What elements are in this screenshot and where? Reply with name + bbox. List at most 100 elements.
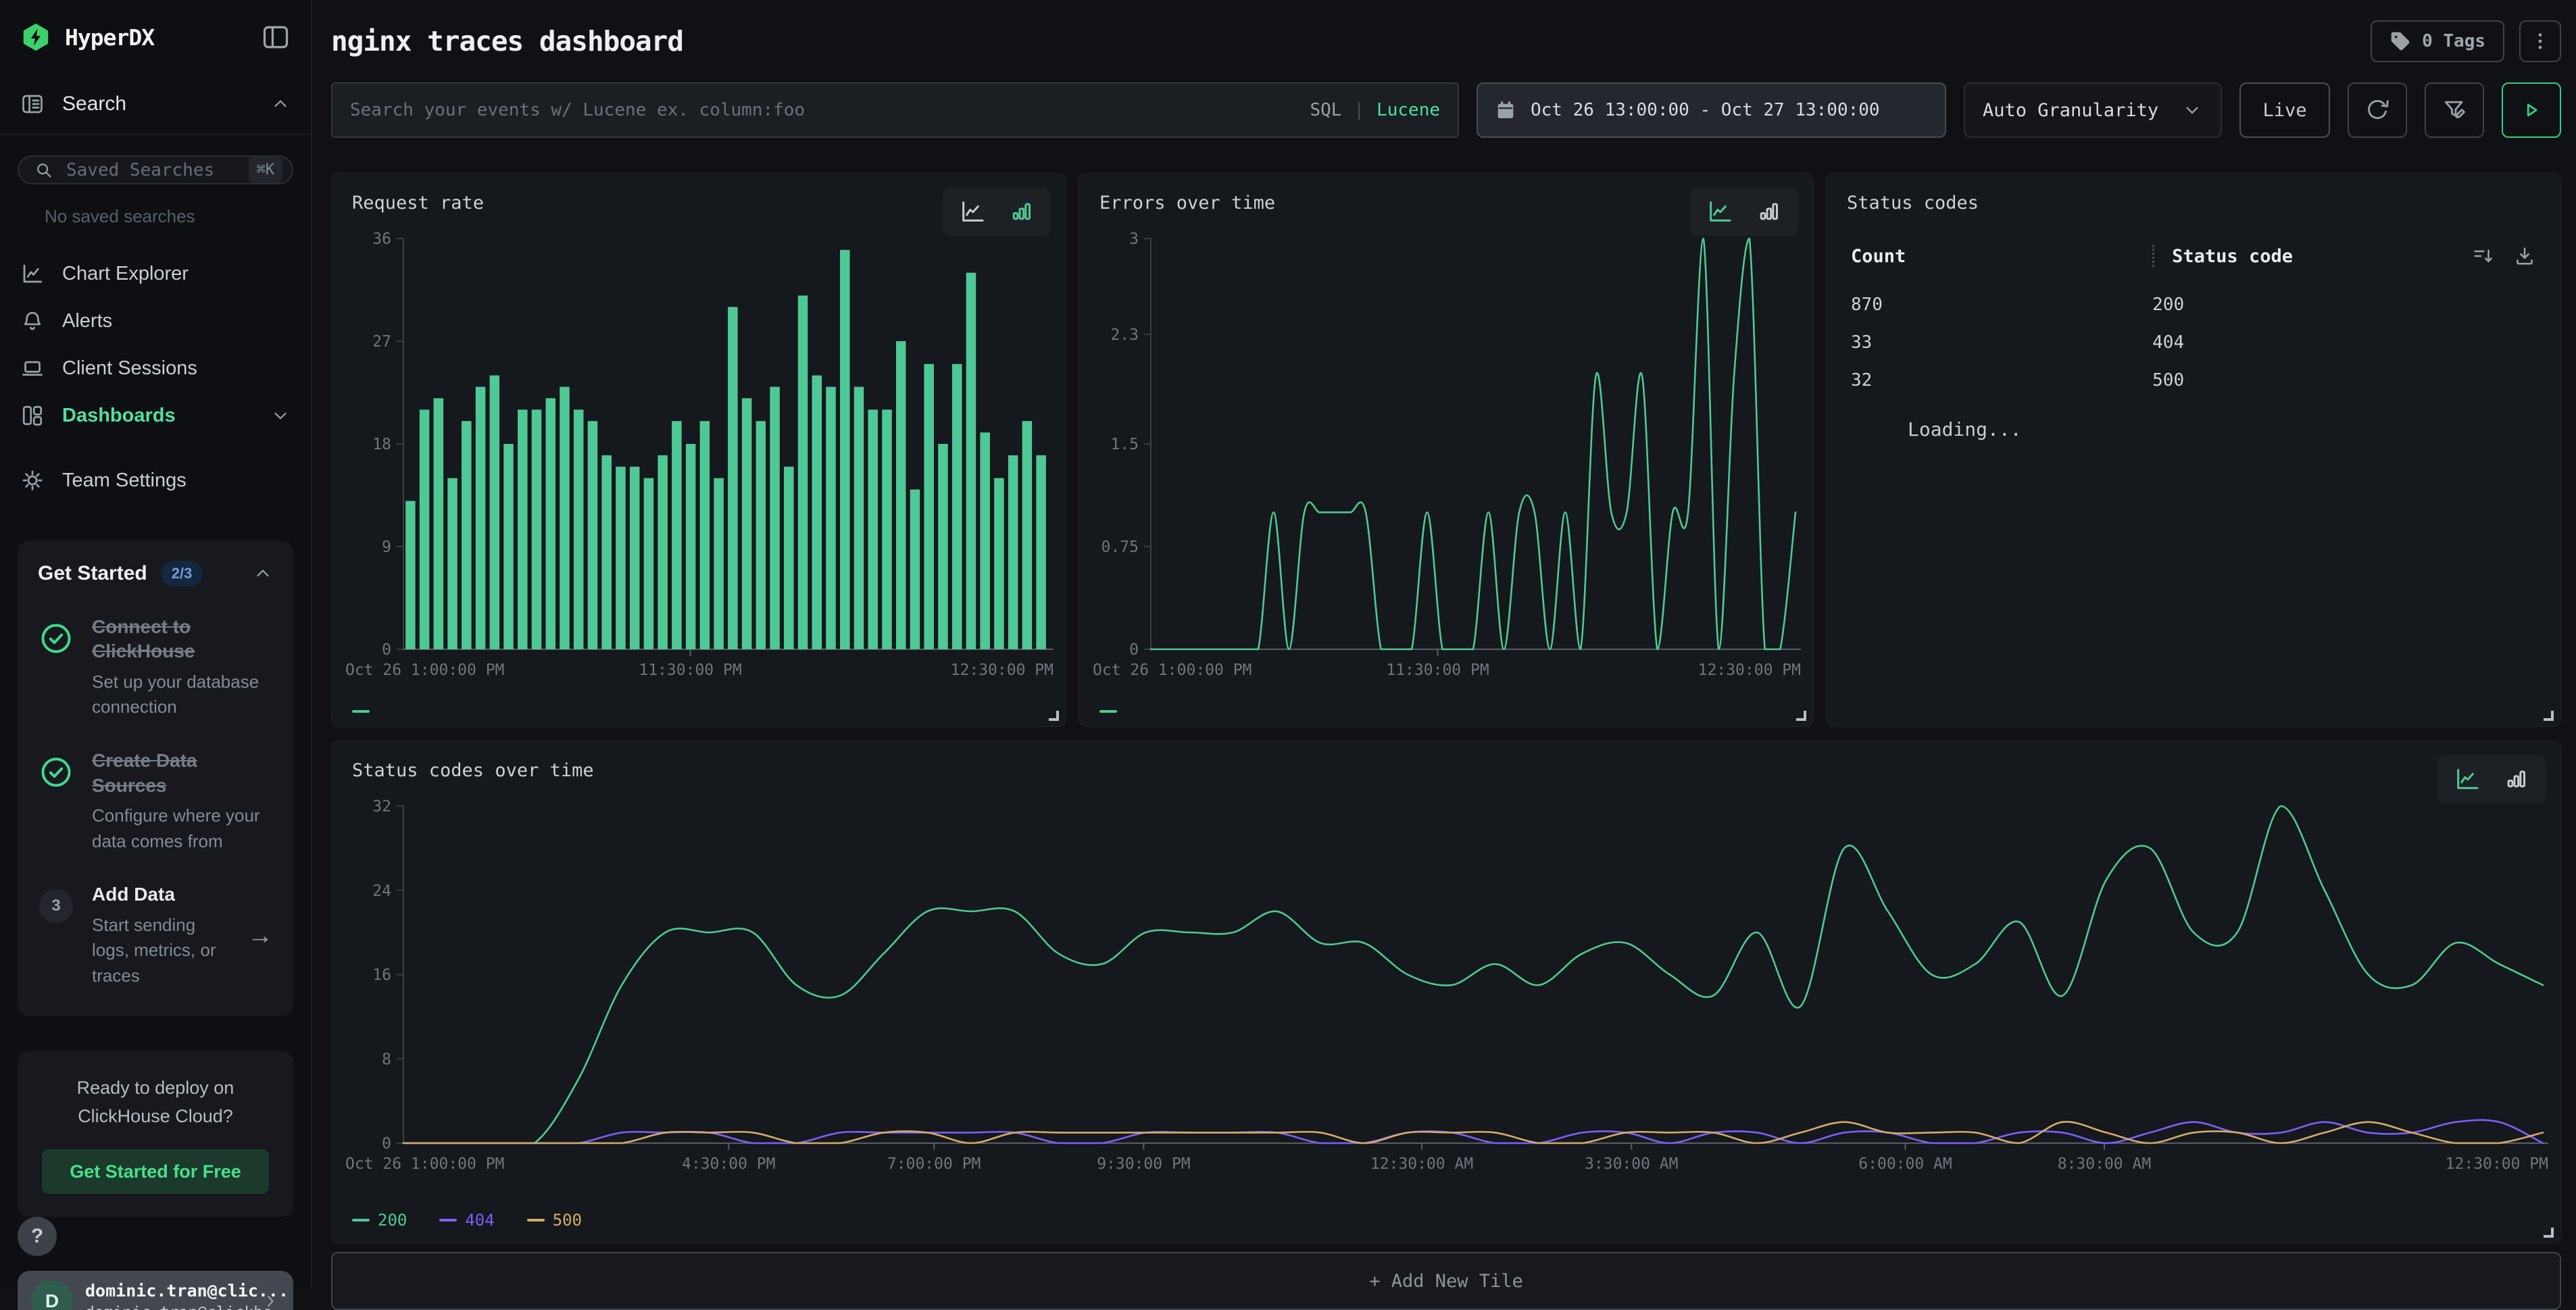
svg-text:12:30:00 PM: 12:30:00 PM [2446, 1155, 2548, 1173]
get-started-progress-badge: 2/3 [161, 561, 203, 586]
brand-row: HyperDX [0, 0, 311, 80]
sort-icon[interactable] [2471, 245, 2494, 268]
sidebar-item-label: Client Sessions [62, 357, 197, 380]
bar-chart-toggle-icon[interactable] [1755, 198, 1782, 225]
sidebar-item-team-settings[interactable]: Team Settings [0, 457, 311, 504]
event-search-input[interactable]: Search your events w/ Lucene ex. column:… [331, 82, 1459, 138]
legend-swatch [352, 710, 370, 713]
get-started-title: Get Started [38, 562, 147, 585]
chevron-up-icon[interactable] [253, 563, 273, 584]
table-row[interactable]: 33 404 [1827, 324, 2560, 361]
svg-text:0: 0 [1129, 641, 1139, 659]
granularity-select[interactable]: Auto Granularity [1964, 82, 2222, 138]
request-rate-chart[interactable]: 09182736Oct 26 1:00:00 PM11:30:00 PM12:3… [344, 228, 1054, 682]
column-divider[interactable] [2152, 245, 2154, 267]
language-divider: | [1354, 100, 1364, 120]
main-content: nginx traces dashboard 0 Tags Search you… [312, 0, 2576, 1310]
step-number-badge: 3 [38, 888, 74, 924]
sidebar-item-alerts[interactable]: Alerts [0, 297, 311, 345]
panel-title: Status codes over time [352, 760, 594, 781]
get-started-step-add-data[interactable]: 3 Add Data Start sending logs, metrics, … [38, 882, 273, 988]
bell-icon [20, 309, 45, 333]
panel-resize-handle[interactable] [1796, 711, 1806, 721]
check-circle-icon [38, 620, 74, 657]
chart-type-toggle [2437, 755, 2546, 803]
panel-resize-handle[interactable] [2544, 711, 2554, 721]
panel-errors-over-time: Errors over time 00.751.52.33Oct 26 1:00… [1079, 173, 1814, 727]
refresh-button[interactable] [2348, 82, 2407, 138]
svg-text:0.75: 0.75 [1101, 538, 1139, 556]
tags-button[interactable]: 0 Tags [2371, 20, 2504, 62]
dashboard-row-1: Request rate 09182736Oct 26 1:00:00 PM11… [331, 173, 2561, 727]
sidebar-nav: Chart Explorer Alerts Client Sessions Da… [0, 250, 311, 504]
check-circle-icon [38, 754, 74, 790]
panel-resize-handle[interactable] [2544, 1228, 2554, 1238]
cell-count: 870 [1851, 295, 2152, 315]
svg-text:16: 16 [372, 967, 391, 984]
svg-text:3:30:00 AM: 3:30:00 AM [1585, 1155, 1678, 1173]
brand-name: HyperDX [65, 24, 154, 51]
svg-text:Oct 26 1:00:00 PM: Oct 26 1:00:00 PM [1093, 661, 1252, 679]
svg-text:36: 36 [372, 230, 391, 248]
sidebar-item-search[interactable]: Search [0, 80, 311, 135]
status-codes-over-time-chart[interactable]: 08162432Oct 26 1:00:00 PM4:30:00 PM7:00:… [344, 795, 2548, 1176]
column-header-count[interactable]: Count [1851, 246, 2152, 267]
sidebar-item-label: Chart Explorer [62, 263, 189, 285]
table-row[interactable]: 32 500 [1827, 361, 2560, 399]
bar-chart-toggle-icon[interactable] [1008, 198, 1035, 225]
errors-over-time-chart[interactable]: 00.751.52.33Oct 26 1:00:00 PM11:30:00 PM… [1091, 228, 1801, 682]
sidebar-item-label: Alerts [62, 310, 112, 332]
saved-searches-input[interactable]: Saved Searches ⌘K [18, 155, 293, 184]
clickhouse-cloud-card: Ready to deploy on ClickHouse Cloud? Get… [18, 1051, 293, 1217]
cell-status-code: 500 [2152, 370, 2184, 391]
search-icon [34, 160, 54, 180]
sidebar-item-client-sessions[interactable]: Client Sessions [0, 345, 311, 392]
table-header: Count Status code [1827, 234, 2560, 278]
panel-title: Request rate [352, 193, 484, 213]
help-button[interactable]: ? [18, 1217, 57, 1256]
legend-label: 200 [378, 1211, 407, 1230]
legend-swatch [527, 1219, 545, 1221]
panel-status-codes-over-time: Status codes over time 08162432Oct 26 1:… [331, 740, 2561, 1244]
panel-title: Errors over time [1099, 193, 1275, 213]
panel-title: Status codes [1847, 193, 1979, 213]
svg-text:12:30:00 PM: 12:30:00 PM [1698, 661, 1801, 679]
svg-text:4:30:00 PM: 4:30:00 PM [682, 1155, 775, 1173]
column-header-status-code[interactable]: Status code [2172, 246, 2293, 267]
get-started-step-sources[interactable]: Create Data Sources Configure where your… [38, 749, 273, 854]
line-chart-toggle-icon[interactable] [1706, 198, 1733, 225]
sql-toggle[interactable]: SQL [1310, 100, 1341, 120]
dashboard-menu-button[interactable] [2519, 20, 2561, 62]
table-row[interactable]: 870 200 [1827, 286, 2560, 324]
line-chart-toggle-icon[interactable] [959, 198, 986, 225]
step-desc: Set up your database connection [92, 670, 273, 720]
filter-button[interactable] [2425, 82, 2484, 138]
sidebar-item-chart-explorer[interactable]: Chart Explorer [0, 250, 311, 297]
get-started-step-connect[interactable]: Connect to ClickHouse Set up your databa… [38, 615, 273, 720]
sidebar-collapse-button[interactable] [261, 22, 291, 52]
add-new-tile-button[interactable]: + Add New Tile [331, 1252, 2561, 1310]
legend-item-404[interactable]: 404 [439, 1211, 494, 1230]
run-query-button[interactable] [2502, 82, 2561, 138]
download-icon[interactable] [2513, 245, 2536, 268]
panel-resize-handle[interactable] [1049, 711, 1059, 721]
live-button[interactable]: Live [2239, 82, 2330, 138]
date-range-picker[interactable]: Oct 26 13:00:00 - Oct 27 13:00:00 [1477, 82, 1946, 138]
step-desc: Start sending logs, metrics, or traces [92, 913, 230, 989]
shortcut-badge: ⌘K [249, 157, 283, 183]
legend-item-200[interactable]: 200 [352, 1211, 407, 1230]
panel-status-codes: Status codes Count Status code [1826, 173, 2561, 727]
legend-swatch [1099, 710, 1117, 713]
sidebar-item-label: Search [62, 93, 126, 116]
svg-text:2.3: 2.3 [1110, 326, 1139, 344]
sidebar-item-dashboards[interactable]: Dashboards [0, 392, 311, 439]
legend-item-500[interactable]: 500 [527, 1211, 582, 1230]
granularity-value: Auto Granularity [1983, 100, 2158, 121]
lucene-toggle[interactable]: Lucene [1377, 100, 1440, 120]
line-chart-toggle-icon[interactable] [2454, 765, 2481, 792]
sidebar-item-label: Dashboards [62, 405, 176, 427]
get-started-free-button[interactable]: Get Started for Free [42, 1149, 269, 1194]
search-panel-icon [20, 92, 45, 116]
svg-text:32: 32 [372, 798, 391, 815]
bar-chart-toggle-icon[interactable] [2502, 765, 2529, 792]
